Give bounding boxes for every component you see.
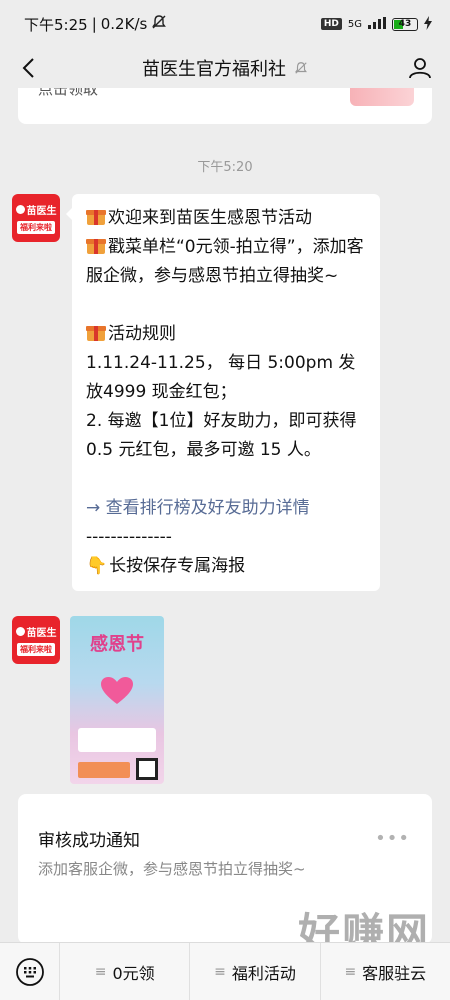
menu-item-service[interactable]: ≡ 客服驻云: [321, 943, 450, 1000]
status-right: HD 5G 43: [320, 15, 432, 33]
avatar-tag: 福利来啦: [17, 643, 55, 656]
brand-logo-icon: [15, 627, 25, 636]
avatar-brand: 苗医生: [26, 628, 57, 639]
status-bar: 下午5:25 | 0.2K/s HD 5G 43: [0, 0, 450, 48]
user-icon: [409, 58, 431, 79]
avatar-tag: 福利来啦: [17, 221, 55, 234]
charging-icon: [424, 15, 432, 33]
battery-level: 43: [398, 19, 412, 29]
menu-item-activities[interactable]: ≡ 福利活动: [190, 942, 321, 1000]
mute-bell-icon: [295, 62, 307, 74]
pointing-hand-icon: 👇: [86, 556, 108, 576]
hd-badge: HD: [320, 18, 342, 30]
rules-title: 活动规则: [108, 324, 176, 344]
status-left: 下午5:25 | 0.2K/s: [24, 14, 167, 35]
heart-icon: [101, 677, 133, 704]
menu-item-free[interactable]: ≡ 0元领: [60, 942, 191, 1000]
menu-item-label: 客服驻云: [362, 963, 427, 983]
notification-title: 审核成功通知: [38, 831, 140, 851]
message-line-instruction: 戳菜单栏“0元领-拍立得”，添加客服企微，参与感恩节拍立得抽奖~: [86, 237, 364, 286]
previous-message-card[interactable]: 点击领取: [18, 88, 432, 124]
poster-image[interactable]: 感恩节: [70, 616, 164, 784]
message-line-welcome: 欢迎来到苗医生感恩节活动: [108, 208, 312, 228]
menu-list-icon: ≡: [94, 963, 107, 980]
menu-item-label: 福利活动: [231, 963, 296, 983]
avatar[interactable]: 苗医生 福利来啦: [12, 616, 60, 664]
notification-card[interactable]: 审核成功通知 ••• 添加客服企微，参与感恩节拍立得抽奖~: [18, 794, 432, 944]
poster-title: 感恩节: [90, 634, 144, 655]
gift-icon: [86, 323, 106, 341]
signal-icon: [368, 16, 386, 32]
mute-icon: [151, 14, 167, 34]
leaderboard-link[interactable]: → 查看排行榜及好友助力详情: [86, 494, 366, 523]
bottom-menu: ≡ 0元领 ≡ 福利活动 ≡ 客服驻云: [0, 942, 450, 1000]
gift-icon: [86, 236, 106, 254]
divider-dashes: --------------: [86, 527, 172, 547]
back-button[interactable]: [14, 54, 42, 82]
nav-bar: 苗医生官方福利社: [0, 48, 450, 88]
chevron-left-icon: [22, 58, 34, 78]
status-speed: 0.2K/s: [100, 15, 148, 33]
chat-title: 苗医生官方福利社: [142, 55, 308, 81]
previous-card-text: 点击领取: [38, 88, 99, 98]
poster-banner: [78, 762, 130, 778]
status-divider: |: [91, 15, 97, 33]
poster-reward-panel: [78, 728, 156, 752]
qr-code-icon: [136, 758, 158, 780]
rule-1: 1.11.24-11.25， 每日 5:00pm 发放4999 现金红包；: [86, 353, 356, 402]
profile-button[interactable]: [406, 54, 434, 82]
more-options-icon[interactable]: •••: [375, 828, 410, 849]
rule-2: 2. 每邀【1位】好友助力，即可获得 0.5 元红包，最多可邀 15 人。: [86, 411, 357, 460]
menu-list-icon: ≡: [344, 963, 357, 980]
brand-logo-icon: [15, 205, 25, 214]
keyboard-icon: [15, 957, 44, 986]
avatar[interactable]: 苗医生 福利来啦: [12, 194, 60, 242]
keyboard-toggle-button[interactable]: [0, 942, 60, 1000]
message-timestamp: 下午5:20: [197, 160, 253, 175]
menu-list-icon: ≡: [214, 963, 226, 980]
gift-icon: [86, 207, 106, 225]
menu-item-label: 0元领: [112, 963, 155, 983]
message-bubble[interactable]: 欢迎来到苗医生感恩节活动 戳菜单栏“0元领-拍立得”，添加客服企微，参与感恩节拍…: [66, 194, 380, 591]
chat-title-text: 苗医生官方福利社: [142, 59, 286, 80]
avatar-brand: 苗医生: [26, 206, 57, 217]
save-poster-hint: 长按保存专属海报: [109, 556, 246, 576]
previous-card-thumbnail: [350, 88, 414, 106]
status-time: 下午5:25: [24, 15, 88, 34]
network-label: 5G: [347, 18, 362, 30]
notification-description: 添加客服企微，参与感恩节拍立得抽奖~: [38, 860, 306, 878]
battery-icon: 43: [392, 17, 418, 31]
